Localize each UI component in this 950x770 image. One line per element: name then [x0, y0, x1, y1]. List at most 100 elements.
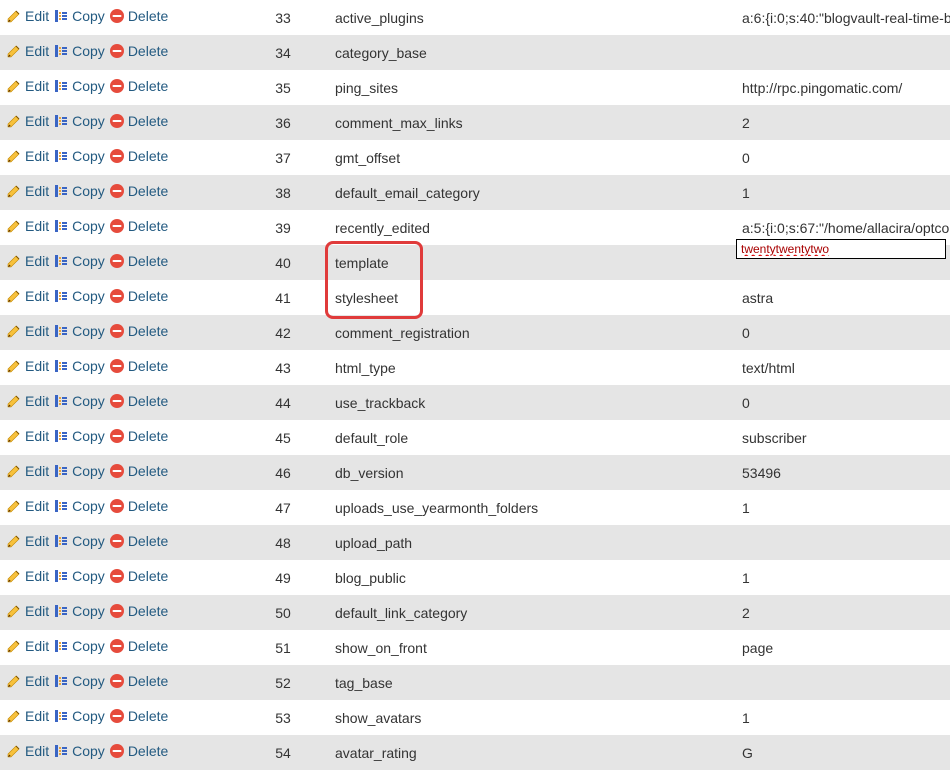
copy-link[interactable]: Copy [53, 253, 105, 269]
delete-link[interactable]: Delete [109, 218, 168, 234]
delete-link[interactable]: Delete [109, 253, 168, 269]
copy-link[interactable]: Copy [53, 8, 105, 24]
option-name[interactable]: comment_registration [329, 315, 736, 350]
edit-link[interactable]: Edit [6, 463, 49, 479]
copy-link[interactable]: Copy [53, 568, 105, 584]
delete-link[interactable]: Delete [109, 708, 168, 724]
option-name[interactable]: use_trackback [329, 385, 736, 420]
option-value[interactable] [736, 665, 950, 700]
edit-link[interactable]: Edit [6, 533, 49, 549]
delete-link[interactable]: Delete [109, 743, 168, 759]
copy-link[interactable]: Copy [53, 218, 105, 234]
delete-link[interactable]: Delete [109, 533, 168, 549]
copy-link[interactable]: Copy [53, 673, 105, 689]
option-id[interactable]: 39 [237, 210, 329, 245]
copy-link[interactable]: Copy [53, 428, 105, 444]
option-value[interactable]: G [736, 735, 950, 770]
delete-link[interactable]: Delete [109, 288, 168, 304]
option-value[interactable]: 1 [736, 700, 950, 735]
edit-link[interactable]: Edit [6, 358, 49, 374]
option-name[interactable]: default_link_category [329, 595, 736, 630]
edit-link[interactable]: Edit [6, 218, 49, 234]
copy-link[interactable]: Copy [53, 323, 105, 339]
delete-link[interactable]: Delete [109, 393, 168, 409]
edit-link[interactable]: Edit [6, 708, 49, 724]
option-id[interactable]: 54 [237, 735, 329, 770]
option-value[interactable]: 0 [736, 385, 950, 420]
delete-link[interactable]: Delete [109, 323, 168, 339]
option-value[interactable]: 1 [736, 560, 950, 595]
edit-link[interactable]: Edit [6, 743, 49, 759]
copy-link[interactable]: Copy [53, 498, 105, 514]
inline-edit-input[interactable] [736, 239, 946, 259]
option-value[interactable]: 0 [736, 315, 950, 350]
edit-link[interactable]: Edit [6, 393, 49, 409]
delete-link[interactable]: Delete [109, 148, 168, 164]
option-name[interactable]: default_email_category [329, 175, 736, 210]
copy-link[interactable]: Copy [53, 288, 105, 304]
option-name[interactable]: upload_path [329, 525, 736, 560]
option-id[interactable]: 38 [237, 175, 329, 210]
option-value[interactable]: 2 [736, 595, 950, 630]
option-name[interactable]: show_on_front [329, 630, 736, 665]
delete-link[interactable]: Delete [109, 8, 168, 24]
option-name[interactable]: tag_base [329, 665, 736, 700]
copy-link[interactable]: Copy [53, 708, 105, 724]
edit-link[interactable]: Edit [6, 253, 49, 269]
option-id[interactable]: 35 [237, 70, 329, 105]
option-name[interactable]: avatar_rating [329, 735, 736, 770]
copy-link[interactable]: Copy [53, 603, 105, 619]
edit-link[interactable]: Edit [6, 43, 49, 59]
option-id[interactable]: 41 [237, 280, 329, 315]
option-name[interactable]: db_version [329, 455, 736, 490]
option-id[interactable]: 46 [237, 455, 329, 490]
copy-link[interactable]: Copy [53, 78, 105, 94]
edit-link[interactable]: Edit [6, 603, 49, 619]
delete-link[interactable]: Delete [109, 498, 168, 514]
delete-link[interactable]: Delete [109, 673, 168, 689]
option-value[interactable]: subscriber [736, 420, 950, 455]
option-value[interactable]: astra [736, 280, 950, 315]
option-name[interactable]: template [329, 245, 736, 280]
option-name[interactable]: default_role [329, 420, 736, 455]
copy-link[interactable]: Copy [53, 533, 105, 549]
option-name[interactable]: comment_max_links [329, 105, 736, 140]
option-value[interactable]: a:6:{i:0;s:40:"blogvault-real-time-backu… [736, 0, 950, 35]
copy-link[interactable]: Copy [53, 148, 105, 164]
option-id[interactable]: 47 [237, 490, 329, 525]
option-value[interactable] [736, 525, 950, 560]
option-name[interactable]: html_type [329, 350, 736, 385]
edit-link[interactable]: Edit [6, 148, 49, 164]
delete-link[interactable]: Delete [109, 183, 168, 199]
option-name[interactable]: blog_public [329, 560, 736, 595]
option-id[interactable]: 43 [237, 350, 329, 385]
copy-link[interactable]: Copy [53, 743, 105, 759]
option-id[interactable]: 36 [237, 105, 329, 140]
option-name[interactable]: uploads_use_yearmonth_folders [329, 490, 736, 525]
edit-link[interactable]: Edit [6, 288, 49, 304]
delete-link[interactable]: Delete [109, 638, 168, 654]
option-value[interactable]: http://rpc.pingomatic.com/ [736, 70, 950, 105]
option-id[interactable]: 48 [237, 525, 329, 560]
option-name[interactable]: recently_edited [329, 210, 736, 245]
edit-link[interactable]: Edit [6, 113, 49, 129]
copy-link[interactable]: Copy [53, 393, 105, 409]
edit-link[interactable]: Edit [6, 8, 49, 24]
option-value[interactable]: 1 [736, 490, 950, 525]
option-name[interactable]: category_base [329, 35, 736, 70]
delete-link[interactable]: Delete [109, 43, 168, 59]
option-name[interactable]: show_avatars [329, 700, 736, 735]
edit-link[interactable]: Edit [6, 673, 49, 689]
copy-link[interactable]: Copy [53, 43, 105, 59]
option-value[interactable]: page [736, 630, 950, 665]
delete-link[interactable]: Delete [109, 358, 168, 374]
option-value[interactable] [736, 35, 950, 70]
option-name[interactable]: stylesheet [329, 280, 736, 315]
delete-link[interactable]: Delete [109, 428, 168, 444]
delete-link[interactable]: Delete [109, 78, 168, 94]
option-id[interactable]: 51 [237, 630, 329, 665]
option-id[interactable]: 44 [237, 385, 329, 420]
option-name[interactable]: ping_sites [329, 70, 736, 105]
option-value[interactable]: text/html [736, 350, 950, 385]
copy-link[interactable]: Copy [53, 358, 105, 374]
